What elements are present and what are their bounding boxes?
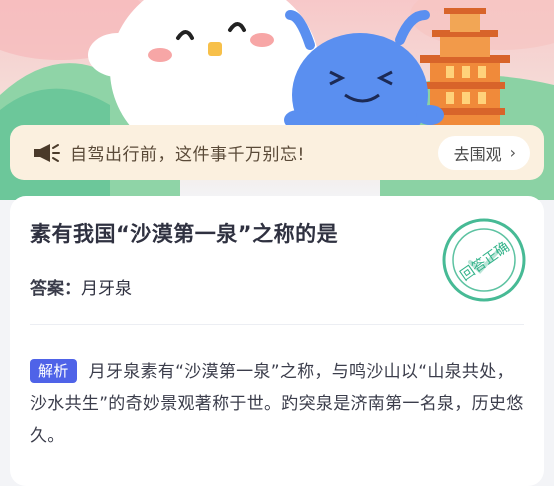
analysis-block: 解析 月牙泉素有“沙漠第一泉”之称，与鸣沙山以“山泉共处，沙水共生”的奇妙景观著称… xyxy=(30,356,530,452)
analysis-text: 月牙泉素有“沙漠第一泉”之称，与鸣沙山以“山泉共处，沙水共生”的奇妙景观著称于世… xyxy=(30,362,524,446)
question-title: 素有我国“沙漠第一泉”之称的是 xyxy=(30,222,339,246)
question-card: 素有我国“沙漠第一泉”之称的是 回答正确 答案：月牙泉 解析 月牙泉素有“沙漠第一… xyxy=(10,196,544,486)
go-watch-label: 去围观 xyxy=(453,144,502,164)
stamp-text: 回答正确 xyxy=(457,238,513,284)
notice-bar[interactable]: 自驾出行前，这件事千万别忘! 去围观 › xyxy=(10,125,544,180)
answer-label: 答案： xyxy=(30,279,81,299)
go-watch-button[interactable]: 去围观 › xyxy=(437,135,530,170)
notice-text: 自驾出行前，这件事千万别忘! xyxy=(70,145,305,165)
correct-answer-stamp-icon: 回答正确 xyxy=(442,218,526,302)
chevron-right-icon: › xyxy=(509,143,516,162)
answer-value: 月牙泉 xyxy=(81,279,132,299)
divider xyxy=(30,324,524,325)
analysis-tag: 解析 xyxy=(30,359,77,383)
answer-line: 答案：月牙泉 xyxy=(30,274,132,299)
megaphone-icon xyxy=(32,141,62,165)
